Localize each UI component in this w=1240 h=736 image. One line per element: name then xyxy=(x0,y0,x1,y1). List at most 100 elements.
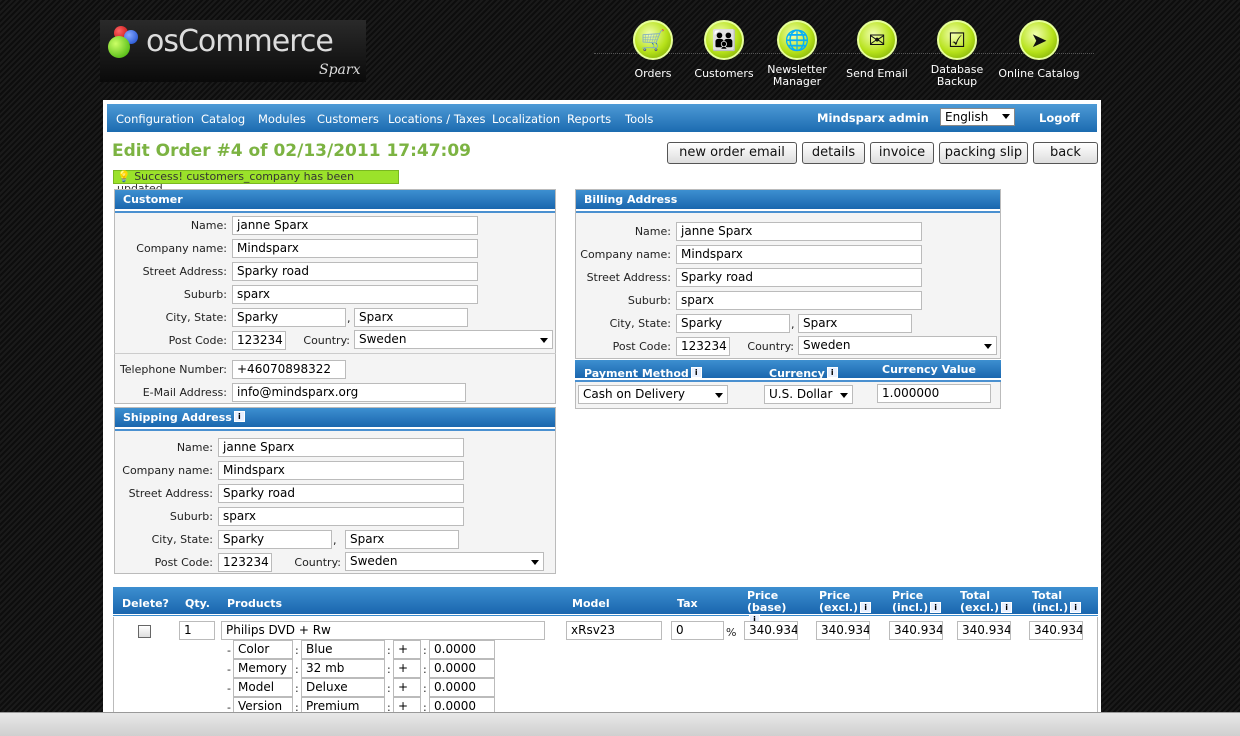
newsletter-label: Newsletter Manager xyxy=(767,63,827,88)
language-select[interactable]: English xyxy=(940,108,1015,126)
customer-postcode-field[interactable]: 123234 xyxy=(232,331,286,350)
menu-catalog[interactable]: Catalog xyxy=(201,112,245,126)
details-button[interactable]: details xyxy=(802,142,865,164)
tax-field[interactable]: 0 xyxy=(671,621,724,640)
attr-dash: - xyxy=(227,682,231,695)
menu-tools[interactable]: Tools xyxy=(625,112,653,126)
info-icon[interactable]: i xyxy=(930,602,942,613)
percent-sign: % xyxy=(726,626,737,639)
oscommerce-logo[interactable]: osCommerce Sparx xyxy=(100,20,366,82)
divider xyxy=(114,353,556,354)
attr-value-field[interactable]: Blue xyxy=(301,640,385,659)
total-incl-field[interactable]: 340.934 xyxy=(1029,621,1083,640)
total-excl-field[interactable]: 340.934 xyxy=(957,621,1011,640)
billing-company-field[interactable]: Mindsparx xyxy=(676,245,922,264)
delete-checkbox[interactable] xyxy=(138,625,151,638)
logoff-link[interactable]: Logoff xyxy=(1039,111,1080,125)
customer-country-value: Sweden xyxy=(359,332,407,346)
attr-name-field[interactable]: Memory xyxy=(233,659,293,678)
packing-slip-button[interactable]: packing slip xyxy=(939,142,1028,164)
orders-label: Orders xyxy=(634,67,672,80)
billing-street-field[interactable]: Sparky road xyxy=(676,268,922,287)
attr-value-field[interactable]: Deluxe xyxy=(301,678,385,697)
menu-reports[interactable]: Reports xyxy=(567,112,611,126)
info-icon[interactable]: i xyxy=(826,367,838,378)
attr-price-field[interactable]: 0.0000 xyxy=(429,659,495,678)
info-icon[interactable]: i xyxy=(233,411,245,422)
shipping-state-field[interactable]: Sparx xyxy=(345,530,459,549)
attr-name-field[interactable]: Color xyxy=(233,640,293,659)
customer-country-select[interactable]: Sweden xyxy=(354,330,553,349)
price-base-field[interactable]: 340.934 xyxy=(744,621,798,640)
menu-configuration[interactable]: Configuration xyxy=(116,112,194,126)
info-icon[interactable]: i xyxy=(1070,602,1082,613)
attr-value-field[interactable]: 32 mb xyxy=(301,659,385,678)
payment-method-select[interactable]: Cash on Delivery xyxy=(578,385,728,404)
billing-name-field[interactable]: janne Sparx xyxy=(676,222,922,241)
customer-company-field[interactable]: Mindsparx xyxy=(232,239,478,258)
chevron-down-icon xyxy=(1002,114,1010,119)
billing-country-select[interactable]: Sweden xyxy=(798,336,997,355)
shipping-postcode-field[interactable]: 123234 xyxy=(218,553,272,572)
orders-link[interactable]: 🛒 Orders xyxy=(613,20,693,80)
telephone-label: Telephone Number: xyxy=(119,363,227,376)
attr-prefix-field[interactable]: + xyxy=(393,659,421,678)
attr-price-field[interactable]: 0.0000 xyxy=(429,678,495,697)
shipping-company-field[interactable]: Mindsparx xyxy=(218,461,464,480)
customer-suburb-field[interactable]: sparx xyxy=(232,285,478,304)
attr-price-field[interactable]: 0.0000 xyxy=(429,640,495,659)
shipping-city-field[interactable]: Sparky xyxy=(218,530,332,549)
attr-name-field[interactable]: Model xyxy=(233,678,293,697)
newsletter-link[interactable]: 🌐 Newsletter Manager xyxy=(757,20,837,88)
qty-field[interactable]: 1 xyxy=(179,621,215,640)
menu-locations-taxes[interactable]: Locations / Taxes xyxy=(388,112,486,126)
info-icon[interactable]: i xyxy=(1001,602,1013,613)
menu-localization[interactable]: Localization xyxy=(492,112,560,126)
shipping-suburb-field[interactable]: sparx xyxy=(218,507,464,526)
back-button[interactable]: back xyxy=(1033,142,1098,164)
qty-header: Qty. xyxy=(185,597,210,610)
info-icon[interactable]: i xyxy=(860,602,872,613)
shipping-name-field[interactable]: janne Sparx xyxy=(218,438,464,457)
total-incl-header: Total (incl.) i xyxy=(1032,590,1092,614)
menu-modules[interactable]: Modules xyxy=(258,112,306,126)
database-backup-link[interactable]: ☑ Database Backup xyxy=(917,20,997,88)
invoice-button[interactable]: invoice xyxy=(870,142,934,164)
customers-link[interactable]: 👪 Customers xyxy=(684,20,764,80)
shipping-country-select[interactable]: Sweden xyxy=(345,552,544,571)
menu-customers[interactable]: Customers xyxy=(317,112,379,126)
attr-colon: : xyxy=(295,644,299,657)
new-order-email-button[interactable]: new order email xyxy=(667,142,797,164)
email-field[interactable]: info@mindsparx.org xyxy=(232,383,466,402)
billing-postcode-field[interactable]: 123234 xyxy=(676,337,730,356)
billing-suburb-field[interactable]: sparx xyxy=(676,291,922,310)
customer-city-field[interactable]: Sparky xyxy=(232,308,346,327)
currency-value-field[interactable]: 1.000000 xyxy=(877,384,991,403)
product-name-field[interactable]: Philips DVD + Rw xyxy=(221,621,545,640)
customer-city-state-label: City, State: xyxy=(165,311,227,324)
comma-separator: , xyxy=(791,318,795,331)
billing-state-field[interactable]: Sparx xyxy=(798,314,912,333)
billing-city-field[interactable]: Sparky xyxy=(676,314,790,333)
customer-name-field[interactable]: janne Sparx xyxy=(232,216,478,235)
billing-country-value: Sweden xyxy=(803,338,851,352)
send-email-link[interactable]: ✉ Send Email xyxy=(837,20,917,80)
attr-colon: : xyxy=(387,663,391,676)
online-catalog-link[interactable]: ➤ Online Catalog xyxy=(995,20,1083,80)
price-excl-field[interactable]: 340.934 xyxy=(816,621,870,640)
shipping-suburb-label: Suburb: xyxy=(169,510,213,523)
attr-prefix-field[interactable]: + xyxy=(393,640,421,659)
chevron-down-icon xyxy=(840,393,848,398)
price-incl-field[interactable]: 340.934 xyxy=(889,621,943,640)
telephone-field[interactable]: +46070898322 xyxy=(232,360,346,379)
attr-prefix-field[interactable]: + xyxy=(393,678,421,697)
customer-state-field[interactable]: Sparx xyxy=(354,308,468,327)
shipping-street-field[interactable]: Sparky road xyxy=(218,484,464,503)
model-field[interactable]: xRsv23 xyxy=(566,621,662,640)
info-icon[interactable]: i xyxy=(690,367,702,378)
customer-street-field[interactable]: Sparky road xyxy=(232,262,478,281)
customer-street-label: Street Address: xyxy=(142,265,227,278)
logo-sub: Sparx xyxy=(319,62,361,78)
currency-text: Currency xyxy=(769,367,825,380)
currency-select[interactable]: U.S. Dollar xyxy=(764,385,853,404)
